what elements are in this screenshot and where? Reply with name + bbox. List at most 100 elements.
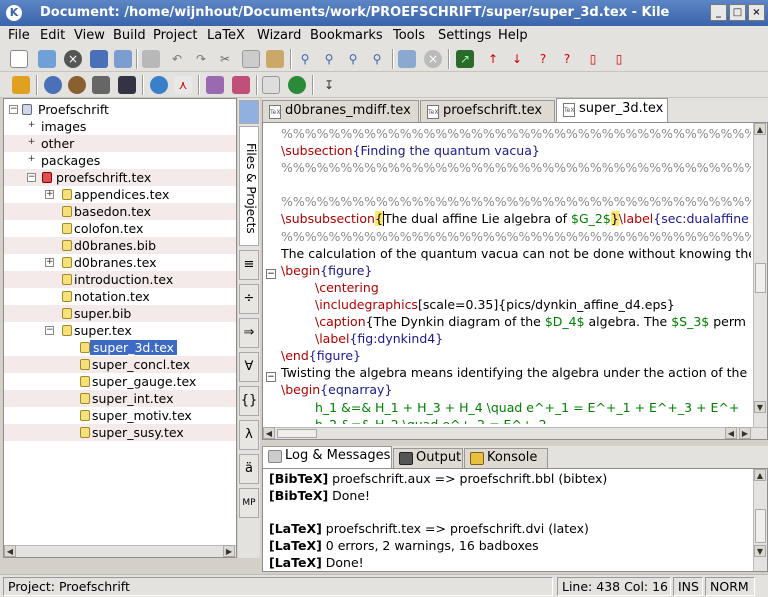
previous-badbox-icon[interactable]: ▯ — [584, 50, 602, 68]
tree-item-introduction[interactable]: introduction.tex — [4, 271, 236, 288]
collapse-icon[interactable]: − — [27, 173, 36, 182]
save-all-icon[interactable] — [114, 50, 132, 68]
previous-warning-icon[interactable]: ? — [534, 50, 552, 68]
tree-item-super-susy[interactable]: super_susy.tex — [4, 424, 236, 441]
menu-edit[interactable]: Edit — [40, 28, 65, 43]
copy-icon[interactable] — [242, 50, 260, 68]
scroll-thumb[interactable] — [755, 509, 766, 543]
tree-item-packages[interactable]: + packages — [4, 152, 236, 169]
expand-icon[interactable]: + — [45, 258, 54, 267]
statistics-icon[interactable]: ↗ — [456, 50, 474, 68]
menu-project[interactable]: Project — [153, 28, 197, 43]
new-file-icon[interactable] — [10, 50, 28, 68]
close-file-icon[interactable]: × — [64, 50, 82, 68]
view-ps-icon[interactable] — [118, 76, 136, 94]
next-badbox-icon[interactable]: ▯ — [610, 50, 628, 68]
up-arrow-icon[interactable]: ↑ — [484, 50, 502, 68]
redo-icon[interactable]: ↷ — [192, 50, 210, 68]
tree-item-d0branes-tex[interactable]: + d0branes.tex — [4, 254, 236, 271]
tab-output[interactable]: Output — [393, 448, 463, 468]
cut-icon[interactable]: ✂ — [216, 50, 234, 68]
delimiters-symbol-tab[interactable]: {} — [239, 386, 259, 416]
misc-math-symbol-tab[interactable]: ∀ — [239, 352, 259, 382]
arrows-symbol-tab[interactable]: ⇒ — [239, 318, 259, 348]
editor-horizontal-scrollbar[interactable]: ◀ ◀ ▶ — [263, 427, 767, 439]
latex-to-html-icon[interactable] — [262, 76, 280, 94]
tab-konsole[interactable]: Konsole — [464, 448, 548, 468]
menu-build[interactable]: Build — [113, 28, 146, 43]
scroll-up-icon[interactable]: ▲ — [754, 469, 766, 481]
paste-icon[interactable] — [266, 50, 284, 68]
scroll-right-icon[interactable]: ▶ — [223, 545, 235, 557]
scroll-left-icon[interactable]: ◀ — [725, 427, 737, 439]
tree-item-appendices[interactable]: + appendices.tex — [4, 186, 236, 203]
forward-search-icon[interactable]: ↧ — [320, 76, 338, 94]
special-chars-symbol-tab[interactable]: ä — [239, 454, 259, 484]
search-replace-icon[interactable]: ⚲ — [320, 50, 338, 68]
tree-item-proefschrift[interactable]: − proefschrift.tex — [4, 169, 236, 186]
stop-icon[interactable]: × — [424, 50, 442, 68]
collapse-icon[interactable]: − — [9, 105, 18, 114]
fold-toggle-icon[interactable]: − — [266, 372, 276, 382]
scroll-down-icon[interactable]: ▼ — [754, 401, 766, 413]
tree-item-super-concl[interactable]: super_concl.tex — [4, 356, 236, 373]
menu-bookmarks[interactable]: Bookmarks — [310, 28, 383, 43]
tab-d0branes-mdiff[interactable]: TeX d0branes_mdiff.tex — [262, 100, 419, 122]
ps-to-pdf-icon[interactable] — [232, 76, 250, 94]
dvi-to-ps-icon[interactable] — [92, 76, 110, 94]
tree-root-row[interactable]: − Proefschrift — [4, 101, 236, 118]
latex-icon[interactable] — [44, 76, 62, 94]
quick-build-icon[interactable] — [12, 76, 30, 94]
scroll-left-icon[interactable]: ◀ — [4, 545, 16, 557]
tree-item-colofon[interactable]: colofon.tex — [4, 220, 236, 237]
tab-log-messages[interactable]: Log & Messages — [262, 446, 392, 468]
open-files-tab[interactable] — [239, 100, 259, 124]
code-editor[interactable]: − − %%%%%%%%%%%%%%%%%%%%%%%%%%%%%%%%%%%%… — [262, 122, 768, 440]
pdflatex-icon[interactable] — [150, 76, 168, 94]
menu-wizard[interactable]: Wizard — [257, 28, 301, 43]
scroll-thumb[interactable] — [277, 429, 317, 438]
tree-item-basedon[interactable]: basedon.tex — [4, 203, 236, 220]
fold-toggle-icon[interactable]: − — [266, 269, 276, 279]
view-pdf-icon[interactable]: ⋏ — [174, 76, 192, 94]
files-projects-tab[interactable]: Files & Projects — [239, 126, 259, 246]
tree-item-other[interactable]: + other — [4, 135, 236, 152]
tree-item-super-gauge[interactable]: super_gauge.tex — [4, 373, 236, 390]
tab-super-3d[interactable]: TeX super_3d.tex — [556, 98, 668, 122]
scroll-up-icon[interactable]: ▲ — [754, 123, 766, 135]
metapost-tab[interactable]: MP — [239, 488, 259, 518]
tree-item-super-int[interactable]: super_int.tex — [4, 390, 236, 407]
maximize-button[interactable]: □ — [729, 4, 746, 21]
tree-item-super-tex[interactable]: − super.tex — [4, 322, 236, 339]
editor-vertical-scrollbar[interactable]: ▲ ▼ — [753, 123, 767, 427]
menu-view[interactable]: View — [74, 28, 105, 43]
search-icon[interactable]: ⚲ — [296, 50, 314, 68]
scroll-left-icon[interactable]: ◀ — [263, 427, 275, 439]
log-pane[interactable]: [BibTeX] proefschrift.aux => proefschrif… — [262, 468, 768, 572]
close-button[interactable]: × — [748, 4, 765, 21]
menu-settings[interactable]: Settings — [438, 28, 491, 43]
find-next-icon[interactable]: ⚲ — [344, 50, 362, 68]
tree-item-images[interactable]: + images — [4, 118, 236, 135]
expand-icon[interactable]: + — [45, 190, 54, 199]
minimize-button[interactable]: _ — [710, 4, 727, 21]
log-vertical-scrollbar[interactable]: ▲ ▼ — [753, 469, 767, 571]
view-dvi-icon[interactable] — [68, 76, 86, 94]
scroll-right-icon[interactable]: ▶ — [739, 427, 751, 439]
open-file-icon[interactable] — [38, 50, 56, 68]
menu-latex[interactable]: LaTeX — [207, 28, 245, 43]
tree-item-super-bib[interactable]: super.bib — [4, 305, 236, 322]
tree-item-notation[interactable]: notation.tex — [4, 288, 236, 305]
menu-file[interactable]: File — [8, 28, 30, 43]
operators-symbol-tab[interactable]: ÷ — [239, 284, 259, 314]
dvi-to-pdf-icon[interactable] — [206, 76, 224, 94]
tree-item-super-3d[interactable]: super_3d.tex — [4, 339, 236, 356]
print-icon[interactable] — [142, 50, 160, 68]
view-html-icon[interactable] — [288, 76, 306, 94]
undo-icon[interactable]: ↶ — [168, 50, 186, 68]
scroll-down-icon[interactable]: ▼ — [754, 545, 766, 557]
structure-icon[interactable] — [398, 50, 416, 68]
file-tree-horizontal-scrollbar[interactable]: ◀ ▶ — [4, 545, 236, 557]
menu-tools[interactable]: Tools — [393, 28, 425, 43]
editor-text[interactable]: %%%%%%%%%%%%%%%%%%%%%%%%%%%%%%%%%%%%%%%%… — [281, 125, 751, 429]
